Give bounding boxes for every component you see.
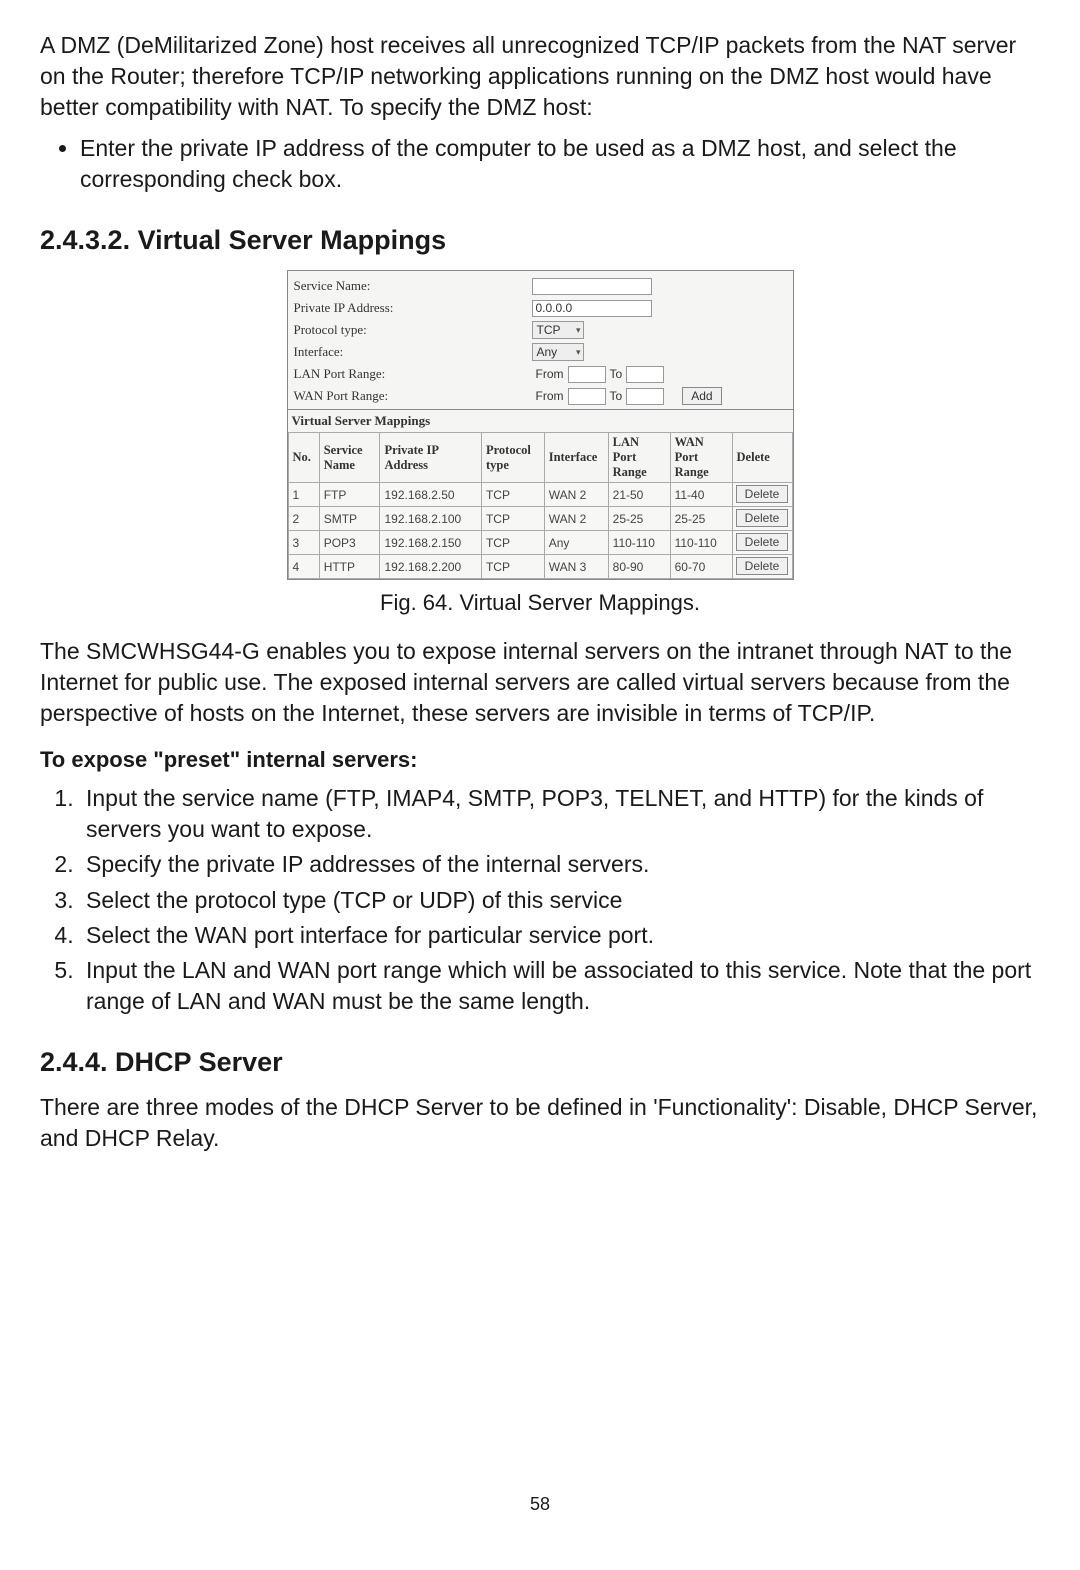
th-service: Service Name <box>319 433 380 483</box>
th-proto: Protocol type <box>481 433 544 483</box>
th-lan: LAN Port Range <box>608 433 670 483</box>
label-wan-from: From <box>536 389 564 403</box>
label-wan-port-range: WAN Port Range: <box>294 388 532 404</box>
step-item: Select the WAN port interface for partic… <box>80 920 1040 951</box>
heading-vsm: 2.4.3.2. Virtual Server Mappings <box>40 225 1040 256</box>
table-row: 4HTTP192.168.2.200TCPWAN 380-9060-70Dele… <box>288 555 792 579</box>
label-protocol-type: Protocol type: <box>294 322 532 338</box>
input-lan-to[interactable] <box>626 366 664 383</box>
cell-wan: 60-70 <box>670 555 732 579</box>
cell-iface: WAN 3 <box>544 555 608 579</box>
cell-service: POP3 <box>319 531 380 555</box>
label-wan-to: To <box>610 389 623 403</box>
input-lan-from[interactable] <box>568 366 606 383</box>
cell-wan: 110-110 <box>670 531 732 555</box>
input-wan-to[interactable] <box>626 388 664 405</box>
dmz-bullet: Enter the private IP address of the comp… <box>80 133 1040 195</box>
step-item: Select the protocol type (TCP or UDP) of… <box>80 885 1040 916</box>
delete-button[interactable]: Delete <box>736 557 789 575</box>
delete-button[interactable]: Delete <box>736 509 789 527</box>
heading-dhcp: 2.4.4. DHCP Server <box>40 1047 1040 1078</box>
expose-preset-heading: To expose "preset" internal servers: <box>40 747 1040 773</box>
table-row: 2SMTP192.168.2.100TCPWAN 225-2525-25Dele… <box>288 507 792 531</box>
th-no: No. <box>288 433 319 483</box>
label-lan-port-range: LAN Port Range: <box>294 366 532 382</box>
cell-delete: Delete <box>732 483 792 507</box>
cell-no: 3 <box>288 531 319 555</box>
select-interface-value: Any <box>537 345 558 359</box>
label-lan-to: To <box>610 367 623 381</box>
cell-lan: 25-25 <box>608 507 670 531</box>
step-item: Input the service name (FTP, IMAP4, SMTP… <box>80 783 1040 845</box>
cell-no: 2 <box>288 507 319 531</box>
cell-delete: Delete <box>732 507 792 531</box>
page-number: 58 <box>40 1494 1040 1515</box>
chevron-down-icon: ▾ <box>576 325 581 336</box>
chevron-down-icon: ▾ <box>576 347 581 358</box>
delete-button[interactable]: Delete <box>736 485 789 503</box>
cell-wan: 11-40 <box>670 483 732 507</box>
label-service-name: Service Name: <box>294 278 532 294</box>
cell-no: 4 <box>288 555 319 579</box>
select-protocol-type[interactable]: TCP ▾ <box>532 321 584 339</box>
cell-ip: 192.168.2.100 <box>380 507 481 531</box>
vsm-description: The SMCWHSG44-G enables you to expose in… <box>40 636 1040 729</box>
label-lan-from: From <box>536 367 564 381</box>
cell-iface: Any <box>544 531 608 555</box>
step-item: Specify the private IP addresses of the … <box>80 849 1040 880</box>
cell-service: HTTP <box>319 555 380 579</box>
th-delete: Delete <box>732 433 792 483</box>
dhcp-paragraph: There are three modes of the DHCP Server… <box>40 1092 1040 1154</box>
label-private-ip: Private IP Address: <box>294 300 532 316</box>
cell-wan: 25-25 <box>670 507 732 531</box>
table-row: 1FTP192.168.2.50TCPWAN 221-5011-40Delete <box>288 483 792 507</box>
cell-proto: TCP <box>481 555 544 579</box>
th-wan: WAN Port Range <box>670 433 732 483</box>
label-interface: Interface: <box>294 344 532 360</box>
cell-iface: WAN 2 <box>544 507 608 531</box>
vsm-figure: Service Name: Private IP Address: 0.0.0.… <box>287 270 794 580</box>
cell-ip: 192.168.2.150 <box>380 531 481 555</box>
step-item: Input the LAN and WAN port range which w… <box>80 955 1040 1017</box>
select-interface[interactable]: Any ▾ <box>532 343 584 361</box>
cell-ip: 192.168.2.50 <box>380 483 481 507</box>
cell-ip: 192.168.2.200 <box>380 555 481 579</box>
input-wan-from[interactable] <box>568 388 606 405</box>
figure-caption: Fig. 64. Virtual Server Mappings. <box>40 590 1040 616</box>
input-private-ip[interactable]: 0.0.0.0 <box>532 300 652 317</box>
vsm-table: No. Service Name Private IP Address Prot… <box>288 432 793 579</box>
cell-service: SMTP <box>319 507 380 531</box>
cell-delete: Delete <box>732 531 792 555</box>
dmz-paragraph: A DMZ (DeMilitarized Zone) host receives… <box>40 30 1040 123</box>
cell-iface: WAN 2 <box>544 483 608 507</box>
cell-lan: 80-90 <box>608 555 670 579</box>
select-protocol-type-value: TCP <box>537 323 561 337</box>
add-button[interactable]: Add <box>682 387 721 405</box>
cell-proto: TCP <box>481 507 544 531</box>
th-ip: Private IP Address <box>380 433 481 483</box>
cell-proto: TCP <box>481 531 544 555</box>
cell-no: 1 <box>288 483 319 507</box>
vsm-table-title: Virtual Server Mappings <box>288 409 793 432</box>
delete-button[interactable]: Delete <box>736 533 789 551</box>
input-service-name[interactable] <box>532 278 652 295</box>
cell-lan: 21-50 <box>608 483 670 507</box>
cell-service: FTP <box>319 483 380 507</box>
cell-proto: TCP <box>481 483 544 507</box>
cell-lan: 110-110 <box>608 531 670 555</box>
table-row: 3POP3192.168.2.150TCPAny110-110110-110De… <box>288 531 792 555</box>
cell-delete: Delete <box>732 555 792 579</box>
th-iface: Interface <box>544 433 608 483</box>
